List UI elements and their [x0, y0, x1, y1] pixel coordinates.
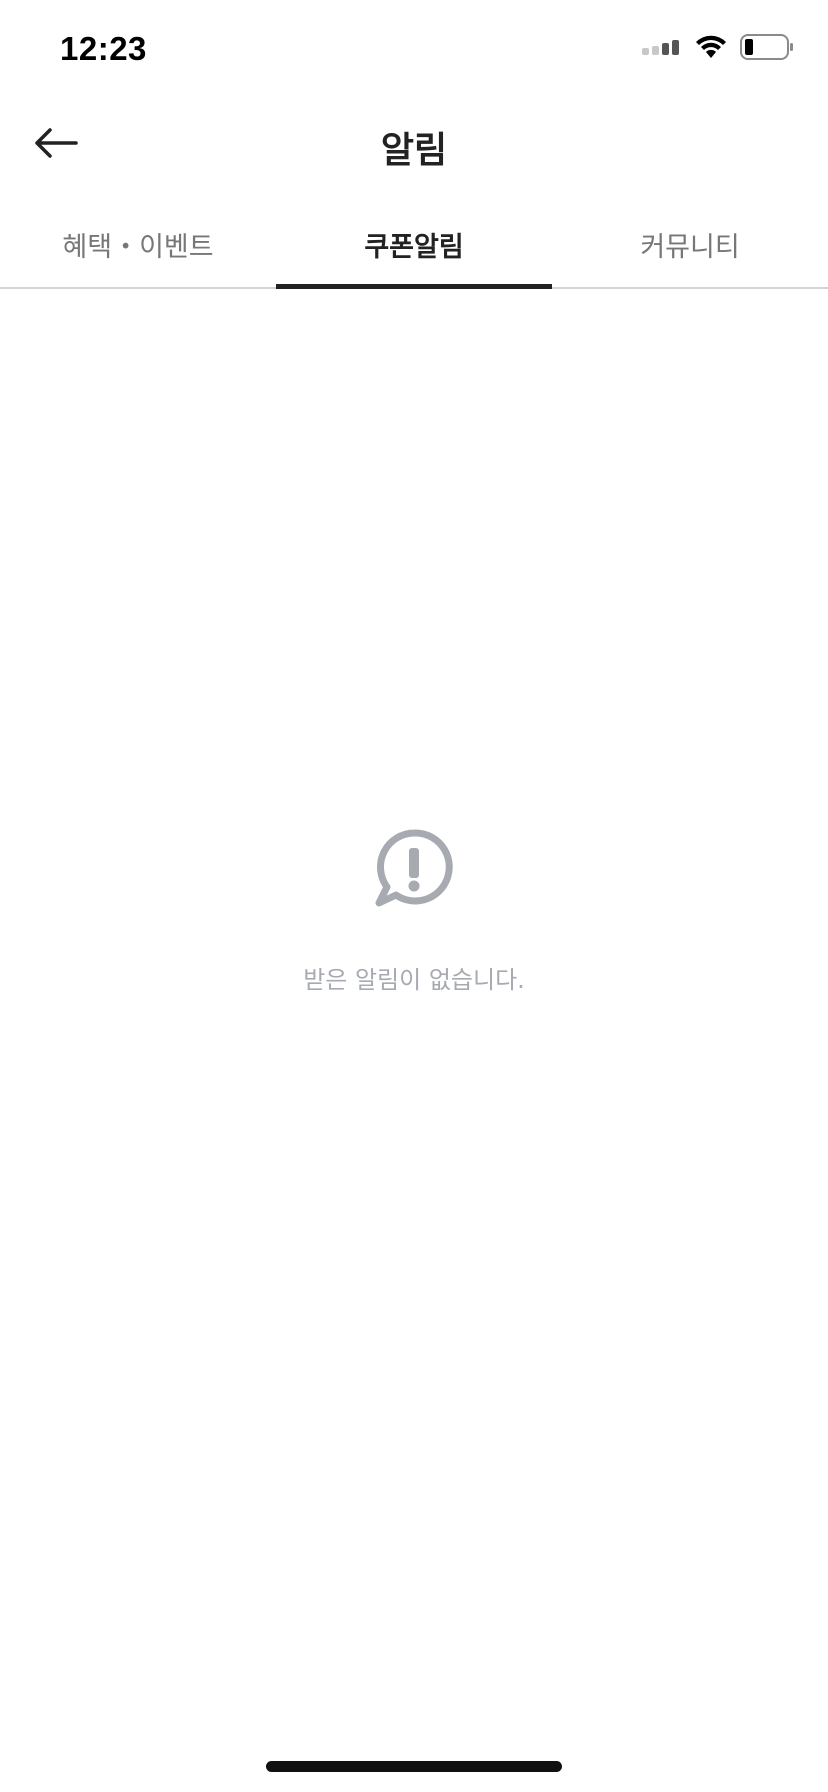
tab-benefits-events[interactable]: 혜택・이벤트: [0, 205, 276, 287]
empty-state: 받은 알림이 없습니다.: [0, 828, 828, 995]
tab-community[interactable]: 커뮤니티: [552, 205, 828, 287]
alert-speech-bubble-icon: [374, 828, 454, 912]
home-indicator[interactable]: [266, 1761, 562, 1772]
tab-bar: 혜택・이벤트 쿠폰알림 커뮤니티: [0, 205, 828, 289]
signal-icon: [642, 39, 682, 59]
battery-icon: [740, 34, 794, 64]
page-title: 알림: [380, 130, 448, 171]
tab-coupon-alerts[interactable]: 쿠폰알림: [276, 205, 552, 289]
wifi-icon: [694, 34, 728, 64]
status-time: 12:23: [60, 30, 147, 67]
empty-message: 받은 알림이 없습니다.: [303, 966, 525, 994]
status-icons: [642, 34, 794, 64]
status-bar: 12:23: [0, 0, 828, 100]
notifications-screen: 12:23 알림 혜택・이벤트 쿠폰알림 커뮤니티 받은 알림이 없습니다.: [0, 0, 828, 1792]
header: 알림: [0, 95, 828, 195]
